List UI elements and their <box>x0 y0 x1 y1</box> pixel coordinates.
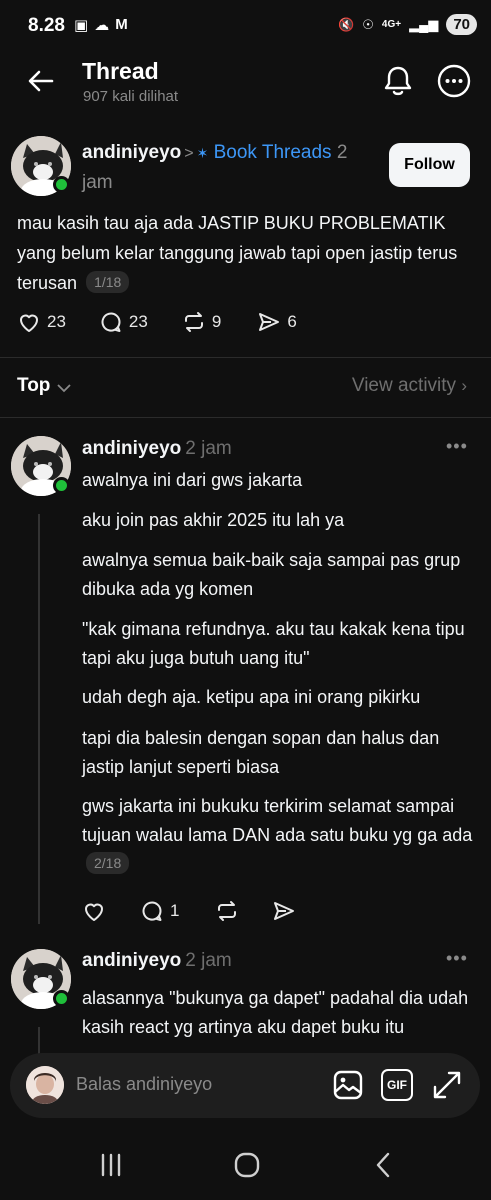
reply-actions: 1 <box>82 899 296 923</box>
reply-paragraph: alasannya "bukunya ga dapet" padahal dia… <box>82 988 469 1037</box>
share-button[interactable]: 6 <box>257 310 297 334</box>
reply-time: 2 jam <box>185 438 232 459</box>
view-activity-link[interactable]: View activity › <box>352 375 467 397</box>
repost-button[interactable]: 9 <box>182 310 221 334</box>
reply-meta: andiniyeyo 2 jam <box>82 436 232 462</box>
reply-paragraph-text: gws jakarta ini bukuku terkirim selamat … <box>82 796 473 845</box>
repost-icon <box>218 901 237 921</box>
thread-pager: 2/18 <box>86 852 130 874</box>
bell-icon[interactable] <box>382 64 414 98</box>
status-right-icons: 🔇 ☉ 4G+ ▂▄▆ 70 <box>338 14 477 35</box>
like-button[interactable] <box>82 899 106 923</box>
more-options-icon[interactable]: ••• <box>446 948 468 969</box>
mute-icon: 🔇 <box>338 16 355 32</box>
sort-bar: Top View activity › <box>0 365 491 407</box>
status-bar: 8.28 ▣ ☁ M 🔇 ☉ 4G+ ▂▄▆ 70 <box>0 0 491 52</box>
reply-button[interactable]: 23 <box>99 310 148 334</box>
post-username[interactable]: andiniyeyo <box>82 142 181 163</box>
gif-label: GIF <box>387 1078 407 1092</box>
post-time-unit: jam <box>82 172 113 193</box>
reply-button[interactable]: 1 <box>140 899 179 923</box>
more-options-icon[interactable]: ••• <box>446 436 468 457</box>
heart-icon <box>20 314 38 332</box>
image-icon[interactable] <box>332 1069 364 1101</box>
view-activity-label: View activity <box>351 375 457 396</box>
gmail-icon: M <box>115 16 128 33</box>
page-title: Thread <box>82 58 159 84</box>
reply-paragraph: awalnya ini dari gws jakarta <box>82 470 303 490</box>
send-icon <box>259 313 280 331</box>
home-icon[interactable] <box>232 1150 262 1180</box>
like-count: 23 <box>47 312 66 331</box>
reply-count: 1 <box>170 901 180 920</box>
community-link[interactable]: ✶ Book Threads <box>197 142 332 163</box>
reply-composer: Balas andiniyeyo GIF <box>10 1053 480 1118</box>
chevron-down-icon[interactable] <box>57 383 71 393</box>
post-text: mau kasih tau aja ada JASTIP BUKU PROBLE… <box>17 208 477 298</box>
post-body: mau kasih tau aja ada JASTIP BUKU PROBLE… <box>17 213 458 293</box>
like-button[interactable]: 23 <box>17 310 66 334</box>
cloud-icon: ☁ <box>94 17 110 34</box>
back-icon[interactable] <box>369 1150 399 1180</box>
follow-button[interactable]: Follow <box>389 143 470 187</box>
gallery-icon: ▣ <box>74 17 89 34</box>
heart-icon <box>85 903 103 921</box>
reply-input[interactable]: Balas andiniyeyo <box>76 1074 212 1095</box>
reply-paragraph: awalnya semua baik-baik saja sampai pas … <box>82 550 461 599</box>
chevron-right-icon: › <box>461 376 467 395</box>
reply-paragraph: tapi dia balesin dengan sopan dan halus … <box>82 728 440 777</box>
post-actions: 23 23 9 6 <box>17 310 297 334</box>
reply-paragraph-last: gws jakarta ini bukuku terkirim selamat … <box>82 792 482 879</box>
chevron-right-icon: > <box>184 145 194 162</box>
post-meta: andiniyeyo > ✶ Book Threads 2 jam <box>82 138 382 197</box>
divider <box>0 357 491 358</box>
send-icon <box>274 902 295 920</box>
own-avatar <box>26 1066 64 1104</box>
post-time-number: 2 <box>336 142 348 163</box>
repost-icon <box>184 312 203 332</box>
signal-bars-icon: ▂▄▆ <box>409 16 439 32</box>
reply-meta: andiniyeyo 2 jam <box>82 948 232 974</box>
reply-username[interactable]: andiniyeyo <box>82 438 181 459</box>
reply-paragraph: udah degh aja. ketipu apa ini orang piki… <box>82 687 421 707</box>
status-time: 8.28 <box>28 15 65 36</box>
community-icon: ✶ <box>196 145 209 161</box>
status-left-icons: ▣ ☁ M <box>74 16 128 34</box>
comment-icon <box>142 901 162 921</box>
repost-count: 9 <box>211 312 222 331</box>
signal-4g-icon: 4G+ <box>381 19 402 30</box>
online-indicator <box>53 990 70 1007</box>
thread-header: Thread 907 kali dilihat <box>0 52 491 112</box>
reply-paragraph: aku join pas akhir 2025 itu lah ya <box>82 510 345 530</box>
own-avatar-image <box>26 1066 64 1104</box>
thread-pager: 1/18 <box>86 271 130 293</box>
hotspot-icon: ☉ <box>362 16 374 32</box>
recent-apps-icon[interactable] <box>96 1150 126 1180</box>
sort-dropdown[interactable]: Top <box>17 375 50 397</box>
more-icon[interactable] <box>437 64 471 98</box>
back-arrow-icon[interactable] <box>26 66 56 96</box>
repost-button[interactable] <box>215 899 239 923</box>
reply-paragraph: "kak gimana refundnya. aku tau kakak ken… <box>82 619 465 668</box>
system-nav-bar <box>0 1130 491 1200</box>
reply-time: 2 jam <box>185 950 232 971</box>
reply-username[interactable]: andiniyeyo <box>82 950 181 971</box>
share-count: 6 <box>287 312 297 331</box>
battery-indicator: 70 <box>446 14 477 35</box>
divider <box>0 417 491 418</box>
online-indicator <box>53 176 70 193</box>
expand-icon[interactable] <box>431 1069 463 1101</box>
online-indicator <box>53 477 70 494</box>
thread-line <box>38 514 40 924</box>
reply-count: 23 <box>128 312 148 331</box>
comment-icon <box>101 312 121 332</box>
gif-icon[interactable]: GIF <box>381 1069 413 1101</box>
community-name: Book Threads <box>213 142 332 163</box>
share-button[interactable] <box>272 899 296 923</box>
view-count: 907 kali dilihat <box>83 88 179 105</box>
